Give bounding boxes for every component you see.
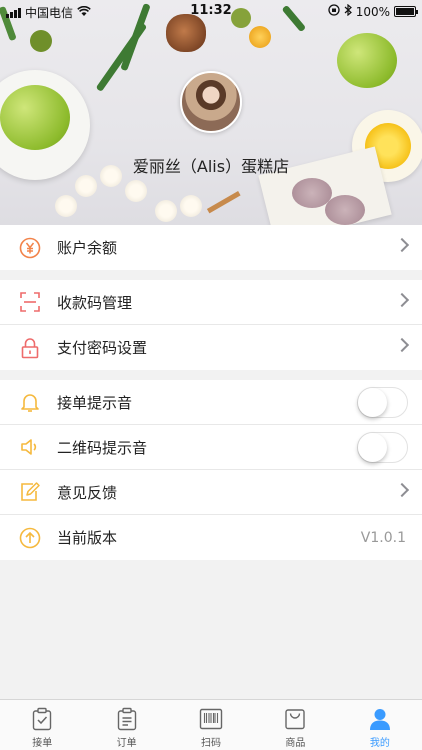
shopping-bag-icon	[283, 707, 307, 731]
order-sound-toggle[interactable]	[357, 387, 408, 418]
settings-group-account: 账户余额	[0, 225, 422, 270]
orange-decoration	[249, 26, 271, 48]
row-feedback[interactable]: 意见反馈	[0, 470, 422, 515]
toggle-knob	[358, 388, 387, 417]
food-decoration	[325, 195, 365, 225]
settings-group-general: 接单提示音 二维码提示音 意见反馈 当前版本 V1.0.1	[0, 380, 422, 560]
row-payment-code-management[interactable]: 收款码管理	[0, 280, 422, 325]
row-label: 二维码提示音	[57, 438, 148, 457]
clipboard-check-icon	[30, 707, 54, 731]
chevron-right-icon	[394, 292, 410, 308]
tab-label: 商品	[285, 738, 306, 749]
row-account-balance[interactable]: 账户余额	[0, 225, 422, 270]
row-current-version: 当前版本 V1.0.1	[0, 515, 422, 560]
shop-name: 爱丽丝（Alis）蛋糕店	[132, 157, 290, 176]
apple-decoration	[0, 85, 70, 150]
row-label: 接单提示音	[57, 393, 133, 412]
tab-scan[interactable]: 扫码	[169, 700, 253, 750]
battery-icon	[394, 6, 418, 17]
row-label: 当前版本	[57, 529, 118, 547]
tab-label: 扫码	[201, 738, 222, 749]
apple-decoration	[337, 33, 397, 88]
profile-banner: 中国电信 11:32 100% 爱丽丝（Alis）蛋糕店	[0, 0, 422, 225]
scan-frame-icon	[19, 291, 41, 313]
tab-bar: 接单 订单 扫码 商品 我的	[0, 699, 422, 750]
qrcode-sound-toggle[interactable]	[357, 432, 408, 463]
row-label: 意见反馈	[57, 483, 118, 502]
chevron-right-icon	[394, 337, 410, 353]
speaker-icon	[19, 436, 41, 458]
tab-accept-orders[interactable]: 接单	[0, 700, 84, 750]
tab-label: 接单	[32, 738, 53, 749]
tab-products[interactable]: 商品	[253, 700, 337, 750]
status-bar: 中国电信 11:32 100%	[0, 0, 422, 24]
fork-decoration	[206, 191, 254, 225]
row-label: 账户余额	[57, 239, 118, 257]
tab-label: 订单	[116, 738, 137, 749]
toggle-knob	[358, 433, 387, 462]
row-payment-password[interactable]: 支付密码设置	[0, 325, 422, 370]
tab-mine[interactable]: 我的	[338, 700, 422, 750]
version-value: V1.0.1	[360, 529, 406, 546]
tab-label: 我的	[369, 738, 390, 749]
bell-icon	[19, 391, 41, 413]
clipboard-list-icon	[115, 707, 139, 731]
lock-icon	[19, 337, 41, 359]
battery-percent: 100%	[355, 4, 390, 19]
fruit-decoration	[30, 30, 52, 52]
chevron-right-icon	[394, 237, 410, 253]
bluetooth-icon	[344, 3, 352, 19]
yuan-icon	[19, 237, 41, 259]
row-qrcode-sound: 二维码提示音	[0, 425, 422, 470]
upload-circle-icon	[19, 527, 41, 549]
person-icon	[368, 707, 392, 731]
chevron-right-icon	[394, 482, 410, 498]
row-label: 收款码管理	[57, 293, 133, 312]
tab-orders[interactable]: 订单	[84, 700, 168, 750]
edit-icon	[19, 481, 41, 503]
orientation-lock-icon	[328, 4, 340, 19]
row-label: 支付密码设置	[57, 339, 148, 357]
barcode-icon	[199, 707, 223, 731]
settings-group-payment: 收款码管理 支付密码设置	[0, 280, 422, 370]
shop-avatar[interactable]	[180, 71, 242, 133]
row-order-sound: 接单提示音	[0, 380, 422, 425]
